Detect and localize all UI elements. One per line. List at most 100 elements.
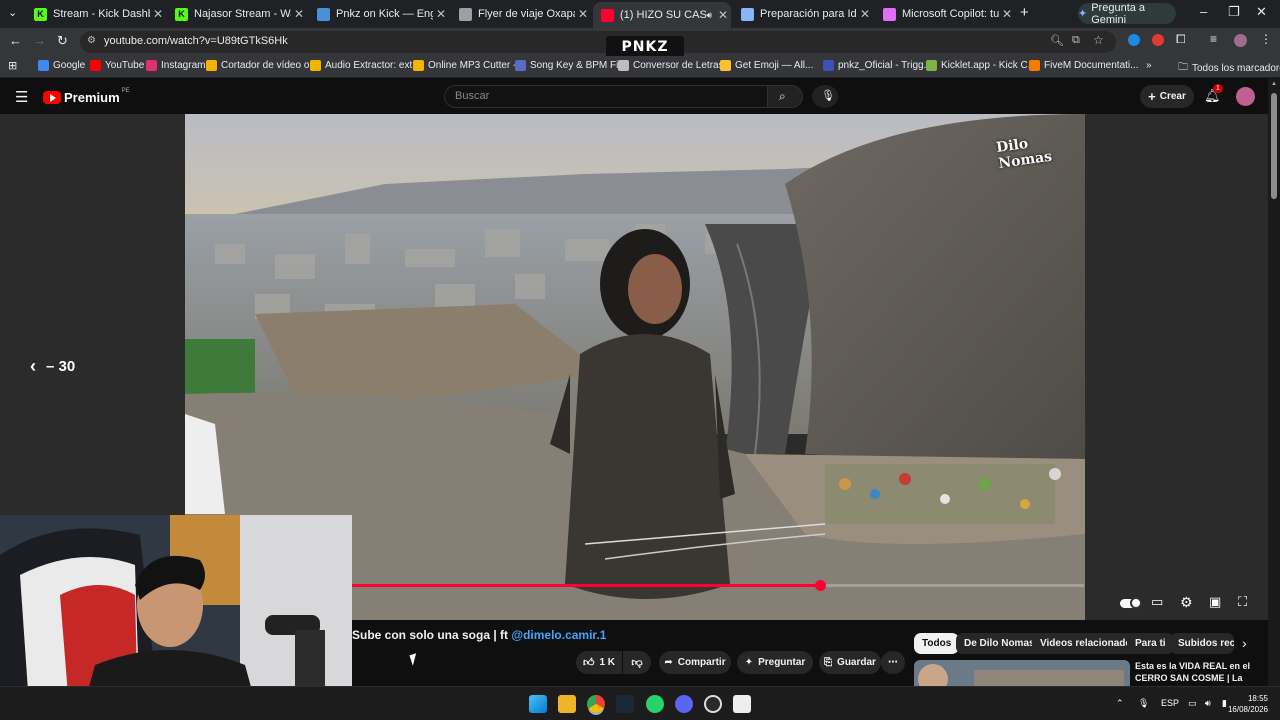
more-actions-button[interactable]: ⋯ bbox=[881, 651, 905, 674]
settings-gear-icon[interactable]: ⚙ bbox=[1180, 594, 1202, 612]
voice-search-button[interactable]: 🎙︎ bbox=[812, 85, 838, 108]
youtube-logo[interactable]: Premium PE bbox=[43, 88, 130, 105]
site-info-icon[interactable]: ⚙ bbox=[87, 35, 96, 46]
bookmark-label: Google bbox=[53, 60, 86, 71]
steam-icon[interactable] bbox=[616, 695, 634, 713]
bookmarks-overflow[interactable]: » bbox=[1146, 60, 1152, 71]
filter-chip[interactable]: Subidos recie bbox=[1170, 633, 1234, 654]
save-button[interactable]: ⎘ Guardar bbox=[819, 651, 881, 674]
close-tab-icon[interactable]: ✕ bbox=[433, 7, 449, 21]
address-bar[interactable]: ⚙ youtube.com/watch?v=U89tGTkS6Hk 🔍︎ ⧉ ☆ bbox=[80, 31, 1116, 53]
language-indicator[interactable]: ESP bbox=[1161, 698, 1179, 708]
bookmark-item[interactable]: pnkz_Oficial - Trigg... bbox=[823, 60, 932, 71]
extensions-puzzle-icon[interactable]: ⧠ bbox=[1176, 32, 1186, 47]
bookmark-item[interactable]: Get Emoji — All... bbox=[720, 60, 813, 71]
bookmark-item[interactable]: Online MP3 Cutter -... bbox=[413, 60, 525, 71]
audio-playing-icon[interactable]: 🔊︎ bbox=[706, 10, 712, 21]
share-button[interactable]: ➦ Compartir bbox=[659, 651, 731, 674]
close-tab-icon[interactable]: ✕ bbox=[150, 7, 166, 21]
account-avatar[interactable] bbox=[1236, 87, 1255, 106]
bookmark-item[interactable]: Kicklet.app - Kick C... bbox=[926, 60, 1036, 71]
restore-button[interactable]: ❐ bbox=[1228, 4, 1240, 20]
dislike-button[interactable]: 👎︎ bbox=[623, 651, 651, 674]
apps-grid-icon[interactable]: ⊞ bbox=[8, 59, 17, 72]
mentioned-handle-link[interactable]: @dimelo.camir.1 bbox=[511, 628, 606, 642]
zoom-icon[interactable]: 🔍︎ bbox=[1050, 34, 1064, 47]
bookmark-item[interactable]: Song Key & BPM Fi... bbox=[515, 60, 627, 71]
recommended-thumbnail[interactable] bbox=[914, 660, 1130, 688]
ask-button[interactable]: ✦ Preguntar bbox=[737, 651, 813, 674]
bookmark-item[interactable]: Google bbox=[38, 60, 85, 71]
browser-tab[interactable]: Flyer de viaje Oxapampa✕ bbox=[451, 3, 591, 25]
search-input[interactable]: Buscar bbox=[444, 85, 768, 108]
close-tab-icon[interactable]: ✕ bbox=[575, 7, 591, 21]
filter-chip[interactable]: Para ti bbox=[1127, 633, 1174, 654]
autoplay-toggle[interactable] bbox=[1120, 594, 1142, 612]
close-tab-icon[interactable]: ✕ bbox=[999, 7, 1015, 21]
new-tab-button[interactable]: + bbox=[1020, 4, 1029, 21]
scrollbar-thumb[interactable] bbox=[1271, 93, 1277, 199]
subtitles-icon[interactable]: ▭ bbox=[1151, 594, 1173, 612]
bookmark-star-icon[interactable]: ☆ bbox=[1093, 33, 1104, 47]
all-bookmarks-folder[interactable]: 🗀 Todos los marcadores bbox=[1178, 60, 1280, 77]
battery-icon[interactable]: ▮ bbox=[1222, 698, 1227, 709]
back-icon[interactable]: ← bbox=[9, 33, 22, 48]
snipping-tool-icon[interactable] bbox=[733, 695, 751, 713]
file-explorer-icon[interactable] bbox=[558, 695, 576, 713]
bookmark-item[interactable]: Audio Extractor: ext... bbox=[310, 60, 421, 71]
browser-tab[interactable]: Microsoft Copilot: tu comp✕ bbox=[875, 3, 1015, 25]
bookmark-favicon-icon bbox=[206, 60, 217, 71]
page-scrollbar[interactable]: ▲ bbox=[1268, 79, 1280, 686]
create-button[interactable]: + Crear bbox=[1140, 85, 1194, 108]
close-tab-icon[interactable]: ✕ bbox=[715, 8, 731, 22]
volume-icon[interactable]: 🔊︎ bbox=[1205, 698, 1211, 709]
browser-tab[interactable]: K Stream - Kick Dashboard✕ bbox=[26, 3, 166, 25]
bookmark-item[interactable]: YouTube bbox=[90, 60, 144, 71]
menu-kebab-icon[interactable]: ⋮ bbox=[1260, 32, 1272, 46]
tab-search-icon[interactable]: ⌄ bbox=[8, 6, 17, 19]
scroll-up-icon[interactable]: ▲ bbox=[1271, 81, 1277, 87]
extension-icon[interactable] bbox=[1128, 34, 1140, 46]
reload-icon[interactable]: ↻ bbox=[57, 33, 68, 49]
browser-tab[interactable]: K Najasor Stream - Watch Li✕ bbox=[167, 3, 307, 25]
obs-icon[interactable] bbox=[704, 695, 722, 713]
progress-bar[interactable] bbox=[352, 580, 1084, 591]
tab-favicon-icon bbox=[459, 7, 472, 21]
browser-tab[interactable]: Preparación para Identifica✕ bbox=[733, 3, 873, 25]
browser-tab[interactable]: (1) HIZO SU CASA SOB🔊︎✕ bbox=[593, 2, 731, 28]
search-button[interactable]: ⌕ bbox=[767, 85, 803, 108]
tab-media-icon[interactable]: ≡ bbox=[1210, 32, 1217, 46]
gemini-button[interactable]: ✦ Pregunta a Gemini bbox=[1078, 2, 1176, 26]
network-icon[interactable]: ▭ bbox=[1188, 698, 1197, 709]
bookmark-item[interactable]: FiveM Documentati... bbox=[1029, 60, 1138, 71]
filter-chip[interactable]: Todos bbox=[914, 633, 960, 654]
bookmark-item[interactable]: Instagram bbox=[146, 60, 205, 71]
bookmark-item[interactable]: Cortador de vídeo o... bbox=[206, 60, 318, 71]
discord-icon[interactable] bbox=[675, 695, 693, 713]
seek-back-indicator: ‹ – 30 bbox=[30, 356, 75, 377]
minimize-button[interactable]: – bbox=[1200, 4, 1207, 19]
start-menu-icon[interactable] bbox=[529, 695, 547, 713]
guide-menu-icon[interactable]: ☰ bbox=[15, 88, 28, 106]
forward-icon[interactable]: → bbox=[33, 33, 46, 48]
close-tab-icon[interactable]: ✕ bbox=[857, 7, 873, 21]
like-button[interactable]: 👍︎ 1 K bbox=[576, 651, 622, 674]
filter-chip[interactable]: De Dilo Nomas bbox=[956, 633, 1043, 654]
system-clock[interactable]: 18:55 16/08/2026 bbox=[1228, 693, 1268, 715]
close-window-button[interactable]: ✕ bbox=[1256, 4, 1267, 20]
recommended-title[interactable]: Esta es la VIDA REAL en el CERRO SAN COS… bbox=[1135, 660, 1265, 686]
close-tab-icon[interactable]: ✕ bbox=[291, 7, 307, 21]
fullscreen-icon[interactable]: ⛶ bbox=[1238, 594, 1260, 612]
bookmark-item[interactable]: Conversor de Letras... bbox=[618, 60, 732, 71]
browser-tab[interactable]: Pnkz on Kick — Engageme✕ bbox=[309, 3, 449, 25]
chips-next-icon[interactable]: › bbox=[1242, 635, 1247, 651]
chrome-icon[interactable] bbox=[587, 695, 605, 713]
extension-icon[interactable] bbox=[1152, 34, 1164, 46]
profile-avatar[interactable] bbox=[1234, 34, 1247, 47]
video-title: Sube con solo una soga | ft @dimelo.cami… bbox=[352, 628, 606, 642]
install-icon[interactable]: ⧉ bbox=[1072, 34, 1080, 47]
tray-overflow-icon[interactable]: ⌃ bbox=[1116, 698, 1124, 709]
mic-tray-icon[interactable]: 🎙︎ bbox=[1138, 698, 1149, 709]
miniplayer-icon[interactable]: ▣ bbox=[1209, 594, 1231, 612]
whatsapp-icon[interactable] bbox=[646, 695, 664, 713]
